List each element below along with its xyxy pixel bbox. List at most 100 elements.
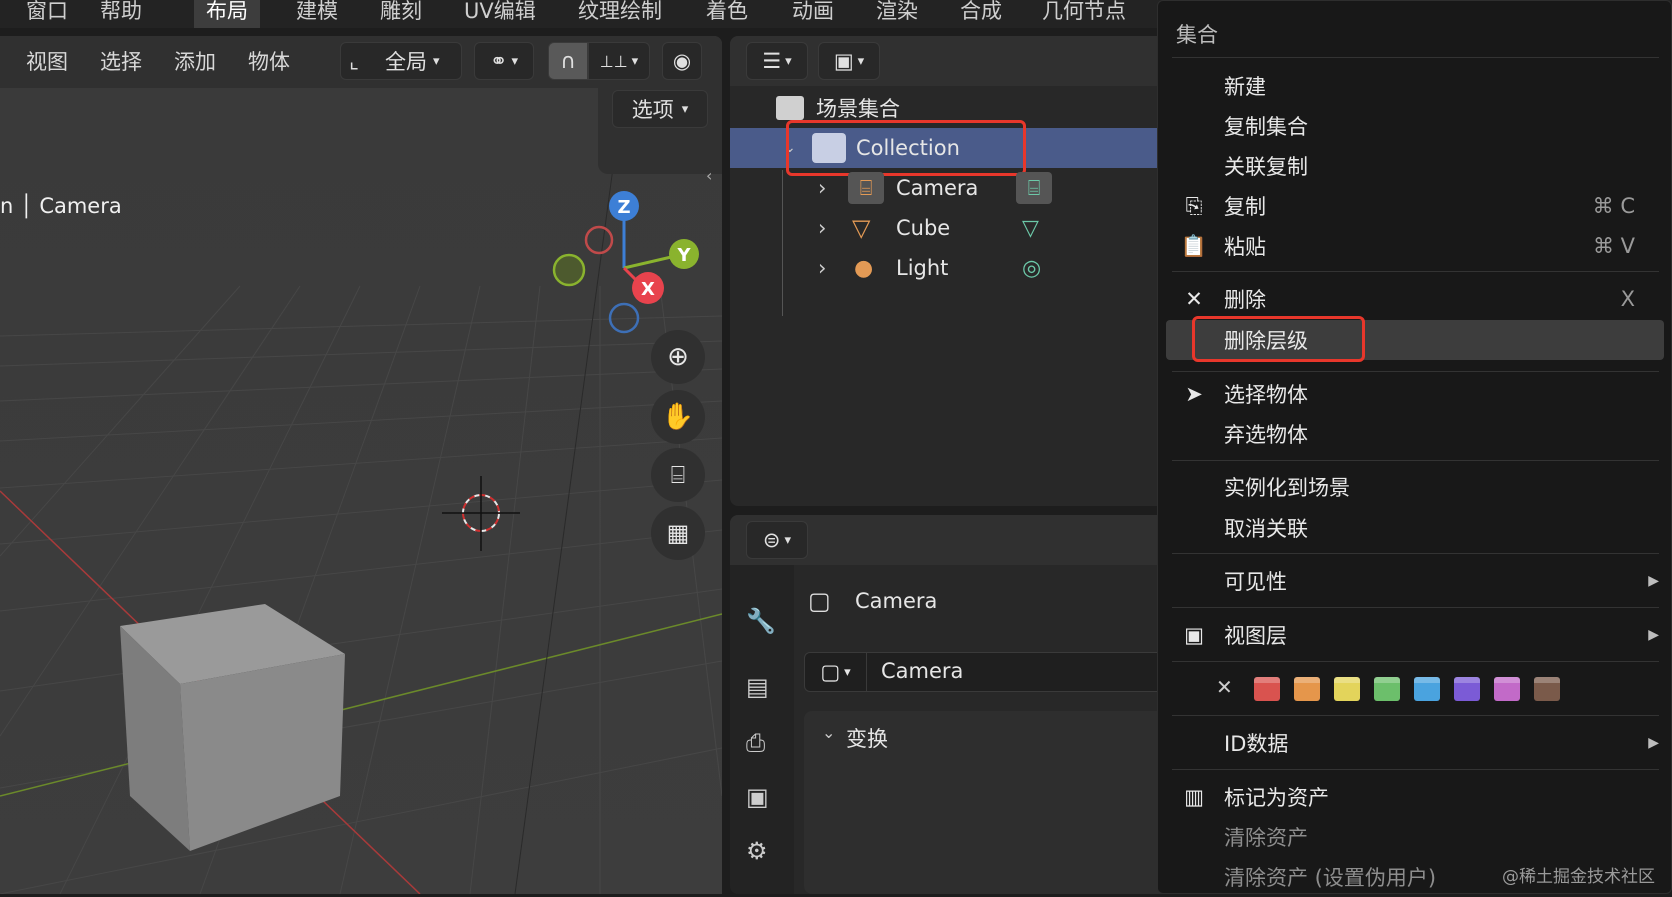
output-icon[interactable]: ⎙ — [746, 729, 765, 757]
asset-bookshelf-icon: ▥ — [1184, 785, 1204, 809]
tab-modeling[interactable]: 建模 — [284, 0, 350, 28]
menu-item-new[interactable]: 新建 — [1158, 66, 1672, 106]
camera-view-button[interactable]: ⌸ — [651, 448, 705, 502]
chevron-down-icon: ▾ — [511, 53, 519, 69]
view-layer-icon[interactable]: ▣ — [746, 783, 769, 811]
tab-sculpting[interactable]: 雕刻 — [368, 0, 434, 28]
zoom-button[interactable]: ⊕ — [651, 330, 705, 384]
transform-panel-title[interactable]: 变换 — [846, 723, 888, 753]
image-icon: ▣ — [1184, 623, 1204, 647]
menu-item-visibility[interactable]: 可见性 ▶ — [1158, 561, 1672, 601]
properties-tabs: 🔧 ▤ ⎙ ▣ ⚙ — [730, 565, 794, 894]
color-tag-4[interactable] — [1374, 677, 1400, 701]
neg-z-axis-handle[interactable] — [608, 302, 640, 334]
display-mode-dropdown[interactable]: ☰ ▾ — [746, 42, 808, 80]
light-data-icon[interactable]: ◎ — [1022, 256, 1041, 281]
color-tag-7[interactable] — [1494, 677, 1520, 701]
camera-icon: ⌸ — [848, 172, 884, 204]
menu-separator — [1172, 607, 1659, 608]
menu-item-label: 可见性 — [1224, 570, 1287, 594]
tab-layout[interactable]: 布局 — [194, 0, 260, 28]
outliner-item-cube[interactable]: › ▽ Cube ▽ — [730, 208, 1180, 248]
neg-x-axis-handle[interactable] — [584, 225, 614, 255]
toggle-icon: ⊜ — [762, 528, 781, 552]
tool-icon[interactable]: 🔧 — [746, 607, 776, 635]
paste-icon: 📋 — [1180, 233, 1208, 258]
tab-texture-paint[interactable]: 纹理绘制 — [566, 0, 674, 28]
menu-item-mark-as-asset[interactable]: ▥ 标记为资产 — [1158, 777, 1672, 817]
tab-uv-editing[interactable]: UV编辑 — [452, 0, 548, 28]
menu-item-instance-to-scene[interactable]: 实例化到场景 — [1158, 467, 1672, 507]
editor-type-dropdown[interactable]: ⊜ ▾ — [746, 521, 808, 559]
menu-item-duplicate-linked[interactable]: 关联复制 — [1158, 146, 1672, 186]
menu-item-view-layer[interactable]: ▣ 视图层 ▶ — [1158, 615, 1672, 655]
menu-select[interactable]: 选择 — [100, 46, 142, 78]
tab-animation[interactable]: 动画 — [780, 0, 846, 28]
menu-object[interactable]: 物体 — [248, 46, 290, 78]
outliner-item-light[interactable]: › ● Light ◎ — [730, 248, 1180, 288]
menu-item-deselect-objects[interactable]: 弃选物体 — [1158, 414, 1672, 454]
menu-item-delete[interactable]: ✕ 删除 X — [1158, 279, 1672, 319]
close-icon: ✕ — [1185, 287, 1203, 311]
snap-toggle[interactable]: ∩ — [548, 42, 588, 80]
menu-view[interactable]: 视图 — [26, 46, 68, 78]
tab-rendering[interactable]: 渲染 — [864, 0, 930, 28]
outliner-panel: ☰ ▾ ▣ ▾ 场景集合 ⌄ Collection › ⌸ Camera ⌸ › ▽… — [730, 36, 1180, 506]
chevron-down-icon: ▾ — [785, 53, 792, 69]
menu-item-label: 删除 — [1224, 288, 1266, 312]
object-type-dropdown[interactable]: ▢ ▾ — [805, 653, 867, 691]
outliner-item-camera[interactable]: › ⌸ Camera ⌸ — [730, 168, 1180, 208]
shortcut-label: X — [1620, 287, 1635, 311]
object-name-field[interactable]: Camera — [881, 659, 963, 683]
camera-data-icon[interactable]: ⌸ — [1016, 172, 1052, 204]
chevron-down-icon: ▾ — [433, 53, 440, 69]
proportional-editing-toggle[interactable]: ◉ — [662, 42, 702, 80]
chevron-down-icon[interactable]: ⌄ — [822, 723, 835, 742]
tab-shading[interactable]: 着色 — [694, 0, 760, 28]
navigation-gizmo[interactable]: Z Y X — [540, 156, 710, 356]
filter-dropdown[interactable]: ▣ ▾ — [818, 42, 880, 80]
menu-item-paste[interactable]: 📋 粘贴 ⌘ V — [1158, 226, 1672, 266]
cursor-arrow-icon: ➤ — [1185, 382, 1203, 406]
clear-color-tag-icon[interactable]: ✕ — [1216, 675, 1233, 699]
menu-item-id-data[interactable]: ID数据 ▶ — [1158, 723, 1672, 763]
3d-viewport[interactable]: 视图 选择 添加 物体 ⌞ 全局 ▾ ⚭ ▾ ∩ ⊥⊥ ▾ ◉ 选项 ▾ ‹ n │… — [0, 36, 722, 894]
render-icon[interactable]: ▤ — [746, 673, 769, 701]
options-dropdown[interactable]: 选项 ▾ — [612, 90, 708, 128]
z-axis-label: Z — [617, 197, 630, 218]
color-tag-5[interactable] — [1414, 677, 1440, 701]
color-tag-6[interactable] — [1454, 677, 1480, 701]
viewport-info-text: n │ Camera — [0, 194, 122, 218]
menu-item-duplicate-collection[interactable]: 复制集合 — [1158, 106, 1672, 146]
shortcut-label: ⌘ C — [1592, 194, 1635, 218]
snap-target-dropdown[interactable]: ⊥⊥ ▾ — [588, 42, 650, 80]
menu-item-clear-asset[interactable]: 清除资产 — [1158, 817, 1672, 857]
menu-item-label: 选择物体 — [1224, 383, 1308, 407]
menu-title: 集合 — [1176, 23, 1218, 47]
menu-separator — [1172, 661, 1659, 662]
color-tag-8[interactable] — [1534, 677, 1560, 701]
neg-y-axis-handle[interactable] — [552, 253, 586, 287]
menu-item-label: ID数据 — [1224, 732, 1289, 756]
menu-item-label: 标记为资产 — [1224, 786, 1329, 810]
menu-help[interactable]: 帮助 — [88, 0, 154, 28]
color-tag-1[interactable] — [1254, 677, 1280, 701]
tab-geometry-nodes[interactable]: 几何节点 — [1030, 0, 1138, 28]
submenu-arrow-icon: ▶ — [1648, 735, 1659, 751]
menu-window[interactable]: 窗口 — [14, 0, 80, 28]
color-tag-3[interactable] — [1334, 677, 1360, 701]
menu-item-unlink[interactable]: 取消关联 — [1158, 508, 1672, 548]
color-tag-2[interactable] — [1294, 677, 1320, 701]
menu-add[interactable]: 添加 — [174, 46, 216, 78]
pan-button[interactable]: ✋ — [651, 390, 705, 444]
menu-item-select-objects[interactable]: ➤ 选择物体 — [1158, 374, 1672, 414]
tab-compositing[interactable]: 合成 — [948, 0, 1014, 28]
scene-icon[interactable]: ⚙ — [746, 837, 768, 865]
transform-orientation-dropdown[interactable]: ⌞ 全局 ▾ — [340, 42, 462, 80]
menu-item-copy[interactable]: ⎘ 复制 ⌘ C — [1158, 186, 1672, 226]
perspective-toggle-button[interactable]: ▦ — [651, 506, 705, 560]
light-icon: ● — [854, 255, 874, 281]
pivot-point-dropdown[interactable]: ⚭ ▾ — [474, 42, 534, 80]
mesh-data-icon[interactable]: ▽ — [1022, 216, 1039, 241]
menu-separator — [1172, 271, 1659, 272]
